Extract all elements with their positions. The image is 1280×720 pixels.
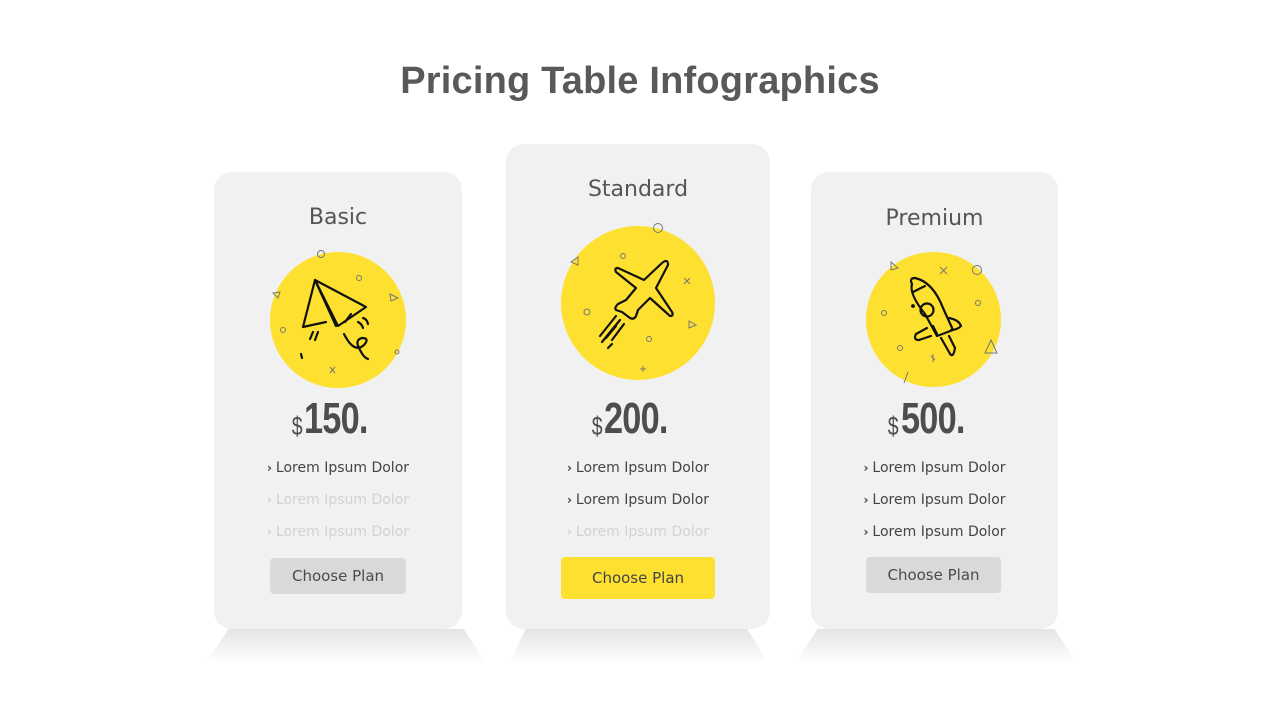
chevron-right-icon: ›: [863, 461, 869, 475]
feature-item: › Lorem Ipsum Dolor: [566, 460, 710, 476]
plan-card-basic: Basic $150. › Lorem Ipsum Dolor › Lorem …: [214, 172, 462, 629]
currency-symbol: $: [888, 411, 900, 441]
feature-item: › Lorem Ipsum Dolor: [266, 492, 410, 508]
feature-item: › Lorem Ipsum Dolor: [266, 524, 410, 540]
feature-item: › Lorem Ipsum Dolor: [863, 460, 1006, 476]
plan-card-standard: Standard $200. › Lorem Ipsum Dolor › Lorem…: [506, 144, 770, 629]
card-shadow-basic: [206, 629, 486, 663]
plan-price: $500.: [811, 394, 1058, 444]
feature-item: › Lorem Ipsum Dolor: [566, 524, 710, 540]
chevron-right-icon: ›: [863, 493, 869, 507]
plan-name: Standard: [587, 177, 689, 202]
choose-plan-button-premium[interactable]: Choose Plan: [866, 557, 1001, 593]
paper-plane-icon: [271, 250, 400, 374]
page-title: Pricing Table Infographics: [400, 60, 880, 102]
feature-item: › Lorem Ipsum Dolor: [863, 492, 1006, 508]
chevron-right-icon: ›: [566, 525, 572, 539]
plan-card-premium: Premium $500. › Lorem Ipsum Dolor › Lore…: [811, 172, 1058, 629]
price-amount: 200.: [604, 394, 669, 443]
card-shadow-premium: [795, 629, 1077, 663]
currency-symbol: $: [591, 411, 603, 441]
plan-price: $200.: [506, 394, 770, 444]
feature-item: › Lorem Ipsum Dolor: [266, 460, 410, 476]
currency-symbol: $: [291, 411, 303, 441]
plan-price: $150.: [214, 394, 462, 444]
feature-item: › Lorem Ipsum Dolor: [566, 492, 710, 508]
chevron-right-icon: ›: [863, 525, 869, 539]
chevron-right-icon: ›: [566, 493, 572, 507]
airplane-icon: [569, 223, 698, 372]
plan-name: Basic: [308, 205, 368, 230]
card-shadow-standard: [510, 629, 768, 663]
chevron-right-icon: ›: [266, 493, 272, 507]
choose-plan-button-basic[interactable]: Choose Plan: [270, 558, 406, 594]
price-amount: 500.: [900, 394, 965, 443]
price-amount: 150.: [304, 394, 369, 443]
chevron-right-icon: ›: [566, 461, 572, 475]
chevron-right-icon: ›: [266, 525, 272, 539]
plan-name: Premium: [885, 206, 984, 231]
rocket-icon: [881, 260, 998, 384]
choose-plan-button-standard[interactable]: Choose Plan: [561, 557, 715, 599]
feature-item: › Lorem Ipsum Dolor: [863, 524, 1006, 540]
chevron-right-icon: ›: [266, 461, 272, 475]
